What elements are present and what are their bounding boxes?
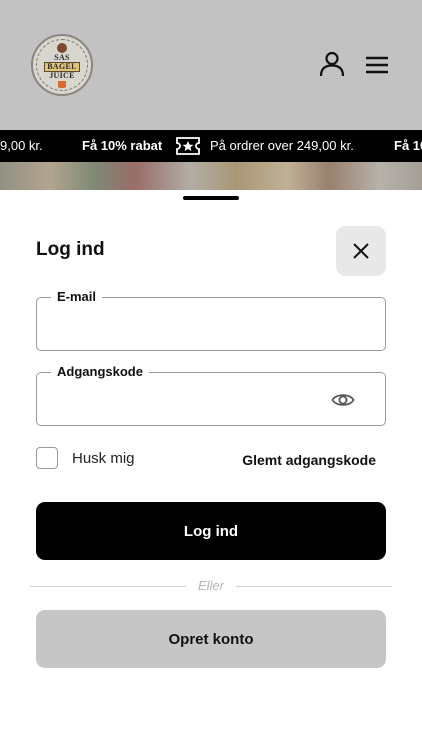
ticker-text: 9,00 kr.	[0, 138, 43, 153]
site-header: SAS BAGEL JUICE	[0, 0, 422, 130]
forgot-password-link[interactable]: Glemt adgangskode	[242, 452, 376, 468]
email-input[interactable]	[51, 312, 331, 336]
login-sheet: Log ind E-mail Adgangskode Husk mig Glem…	[0, 190, 422, 750]
promo-ticker: 9,00 kr. Få 10% rabat På ordrer over 249…	[0, 130, 422, 162]
eye-icon[interactable]	[331, 391, 355, 409]
create-account-button[interactable]: Opret konto	[36, 610, 386, 668]
sheet-title: Log ind	[36, 239, 105, 260]
login-button[interactable]: Log ind	[36, 502, 386, 560]
ticker-text: På ordrer over 249,00 kr.	[210, 138, 354, 153]
or-divider: Eller	[30, 578, 392, 594]
close-icon	[353, 243, 369, 259]
email-label: E-mail	[51, 289, 103, 304]
remember-me[interactable]: Husk mig	[36, 447, 135, 469]
user-icon[interactable]	[319, 51, 345, 77]
hamburger-menu-icon[interactable]	[364, 54, 390, 76]
ticker-text: Få 10	[394, 138, 422, 153]
remember-me-label: Husk mig	[72, 449, 135, 467]
password-label: Adgangskode	[51, 364, 149, 379]
background-page: SAS BAGEL JUICE 9,00 kr. Få 10% rabat På…	[0, 0, 422, 202]
sheet-drag-handle[interactable]	[183, 196, 239, 200]
email-field[interactable]: E-mail	[36, 289, 386, 351]
ticket-star-icon	[176, 137, 200, 155]
ticker-text: Få 10% rabat	[82, 138, 163, 153]
password-field[interactable]: Adgangskode	[36, 364, 386, 426]
remember-me-checkbox[interactable]	[36, 447, 58, 469]
close-button[interactable]	[336, 226, 386, 276]
password-input[interactable]	[51, 387, 331, 411]
brand-logo[interactable]: SAS BAGEL JUICE	[31, 34, 93, 96]
